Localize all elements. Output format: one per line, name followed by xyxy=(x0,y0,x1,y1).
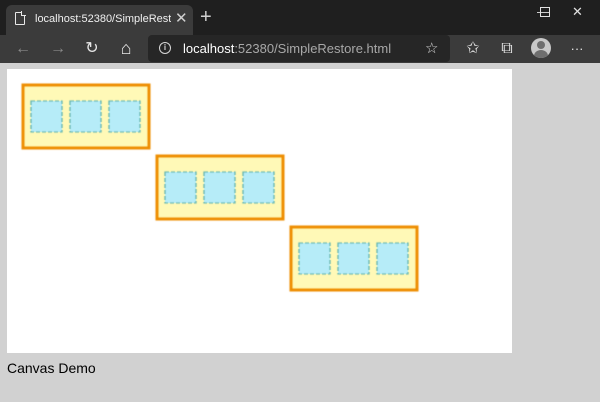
url-host: localhost xyxy=(183,41,235,56)
page-icon xyxy=(15,11,26,25)
canvas-caption: Canvas Demo xyxy=(7,360,96,376)
forward-icon[interactable]: → xyxy=(43,35,73,63)
browser-toolbar: ← → ↻ ⌂ i localhost:52380/SimpleRestore.… xyxy=(0,35,600,63)
more-menu-icon[interactable]: ··· xyxy=(562,35,592,63)
close-button[interactable]: ✕ xyxy=(555,0,600,26)
page-viewport: Canvas Demo xyxy=(0,63,600,402)
address-bar[interactable]: i localhost:52380/SimpleRestore.html ☆ xyxy=(148,35,450,62)
new-tab-button[interactable]: + xyxy=(200,6,212,28)
favorites-icon[interactable]: ✩ xyxy=(458,35,488,63)
favorite-star-icon[interactable]: ☆ xyxy=(425,39,438,57)
url-path: :52380/SimpleRestore.html xyxy=(234,41,392,56)
collections-icon[interactable]: ⧉ xyxy=(492,35,522,63)
back-icon[interactable]: ← xyxy=(8,35,38,63)
tab-close-icon[interactable]: ✕ xyxy=(175,10,188,28)
home-icon[interactable]: ⌂ xyxy=(111,35,141,63)
info-icon[interactable]: i xyxy=(159,42,171,54)
url-text[interactable]: localhost:52380/SimpleRestore.html xyxy=(183,41,391,56)
title-bar: localhost:52380/SimpleRestore.ht ✕ + — ✕ xyxy=(0,0,600,35)
maximize-icon xyxy=(540,7,550,17)
tab-title: localhost:52380/SimpleRestore.ht xyxy=(35,13,171,25)
demo-canvas xyxy=(7,69,512,353)
browser-tab[interactable]: localhost:52380/SimpleRestore.ht ✕ xyxy=(6,5,193,35)
profile-avatar[interactable] xyxy=(531,38,551,58)
refresh-icon[interactable]: ↻ xyxy=(77,35,107,63)
